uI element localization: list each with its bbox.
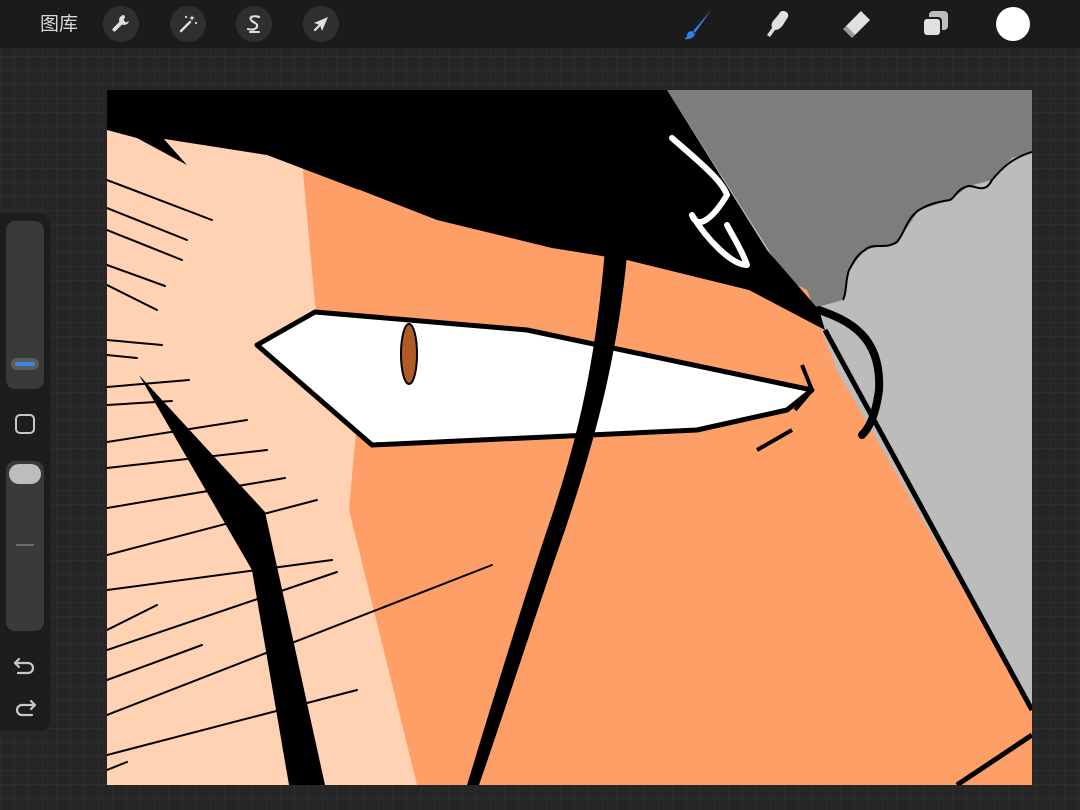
opacity-slider-tick (16, 544, 34, 546)
eraser-icon (843, 11, 870, 38)
eye-iris (400, 323, 418, 385)
smudge-tool-button[interactable] (759, 6, 795, 42)
brush-size-slider-thumb[interactable] (11, 358, 39, 370)
actions-button[interactable] (103, 6, 139, 42)
transform-button[interactable] (303, 6, 339, 42)
modify-button[interactable] (15, 414, 35, 434)
opacity-slider[interactable] (6, 461, 44, 631)
selection-button[interactable] (236, 6, 272, 42)
opacity-slider-thumb[interactable] (9, 464, 41, 484)
top-toolbar: 图库 (0, 0, 1080, 48)
color-picker-button[interactable] (996, 7, 1030, 41)
drawing-canvas[interactable] (107, 90, 1032, 785)
left-sidebar (0, 213, 50, 731)
layers-button[interactable] (917, 6, 953, 42)
arrow-cursor-icon (313, 17, 328, 32)
selection-s-icon (246, 15, 261, 33)
adjustments-button[interactable] (170, 6, 206, 42)
gallery-button[interactable]: 图库 (40, 12, 78, 36)
layers-icon (922, 11, 948, 37)
artwork (107, 90, 1032, 785)
magic-wand-icon (179, 15, 198, 33)
procreate-app: 图库 (0, 0, 1080, 810)
brush-tool-button[interactable] (680, 6, 716, 42)
eraser-tool-button[interactable] (838, 6, 874, 42)
brush-size-slider[interactable] (6, 221, 44, 389)
redo-icon[interactable] (12, 696, 38, 718)
brush-icon (684, 9, 712, 40)
wrench-icon (112, 15, 129, 32)
undo-icon[interactable] (12, 654, 38, 676)
smudge-finger-icon (767, 11, 789, 37)
